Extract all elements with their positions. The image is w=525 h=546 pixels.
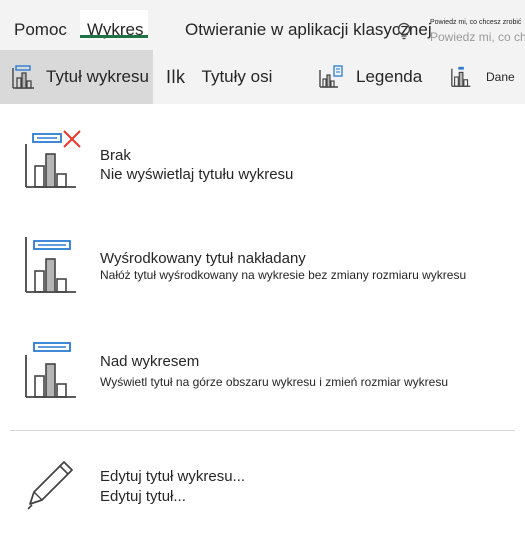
tab-wykres[interactable]: Wykres xyxy=(80,10,148,40)
axis-titles-icon: Ilk xyxy=(166,66,186,87)
option-above-chart-title: Nad wykresem xyxy=(100,353,200,370)
active-tab-underline xyxy=(80,35,148,38)
data-labels-label: Dane xyxy=(486,70,515,84)
ribbon-tabs: Pomoc Wykres Otwieranie w aplikacji klas… xyxy=(0,0,525,50)
tell-me-label[interactable]: Powiedz mi, co chcesz zrobić xyxy=(430,19,521,26)
legend-icon xyxy=(319,65,343,88)
ribbon-toolbar: Tytuł wykresu Ilk Tytuły osi Legenda Dan… xyxy=(0,50,525,104)
chart-title-above-icon xyxy=(25,342,76,398)
option-edit-title-title: Edytuj tytuł wykresu... xyxy=(100,468,246,485)
option-centered-overlay[interactable]: Wyśrodkowany tytuł nakładany Nałóż tytuł… xyxy=(0,225,525,325)
option-none[interactable]: Brak Nie wyświetlaj tytułu wykresu xyxy=(0,120,525,220)
axis-titles-button[interactable]: Ilk Tytuły osi xyxy=(166,50,272,104)
chart-title-button[interactable]: Tytuł wykresu xyxy=(0,50,153,104)
legend-label: Legenda xyxy=(356,67,423,86)
option-edit-title-description: Edytuj tytuł... xyxy=(100,488,186,505)
chart-no-title-icon xyxy=(25,130,81,188)
option-centered-overlay-description: Nałóż tytuł wyśrodkowany na wykresie bez… xyxy=(100,268,467,282)
data-labels-icon xyxy=(451,66,471,87)
data-labels-button[interactable]: Dane xyxy=(450,50,515,104)
option-none-description: Nie wyświetlaj tytułu wykresu xyxy=(100,166,294,183)
tab-open-in-desktop[interactable]: Otwieranie w aplikacji klasycznej xyxy=(185,20,432,40)
option-edit-title[interactable]: Edytuj tytuł wykresu... Edytuj tytuł... xyxy=(0,440,525,540)
chart-title-label: Tytuł wykresu xyxy=(46,67,149,86)
tab-pomoc[interactable]: Pomoc xyxy=(14,20,67,40)
lightbulb-icon[interactable] xyxy=(396,22,412,40)
chart-centered-overlay-title-icon xyxy=(25,237,76,293)
chart-title-icon xyxy=(12,65,34,89)
option-above-chart[interactable]: Nad wykresem Wyświetl tytuł na górze obs… xyxy=(0,330,525,430)
legend-button[interactable]: Legenda xyxy=(318,50,422,104)
tell-me-ghost-text: Powiedz mi, co chcesz zrobić xyxy=(430,30,525,44)
option-above-chart-description: Wyświetl tytuł na górze obszaru wykresu … xyxy=(100,375,448,389)
menu-divider xyxy=(10,430,515,431)
axis-titles-label: Tytuły osi xyxy=(201,67,273,86)
pencil-icon xyxy=(27,461,73,510)
option-none-title: Brak xyxy=(100,147,131,164)
option-centered-overlay-title: Wyśrodkowany tytuł nakładany xyxy=(100,250,306,267)
